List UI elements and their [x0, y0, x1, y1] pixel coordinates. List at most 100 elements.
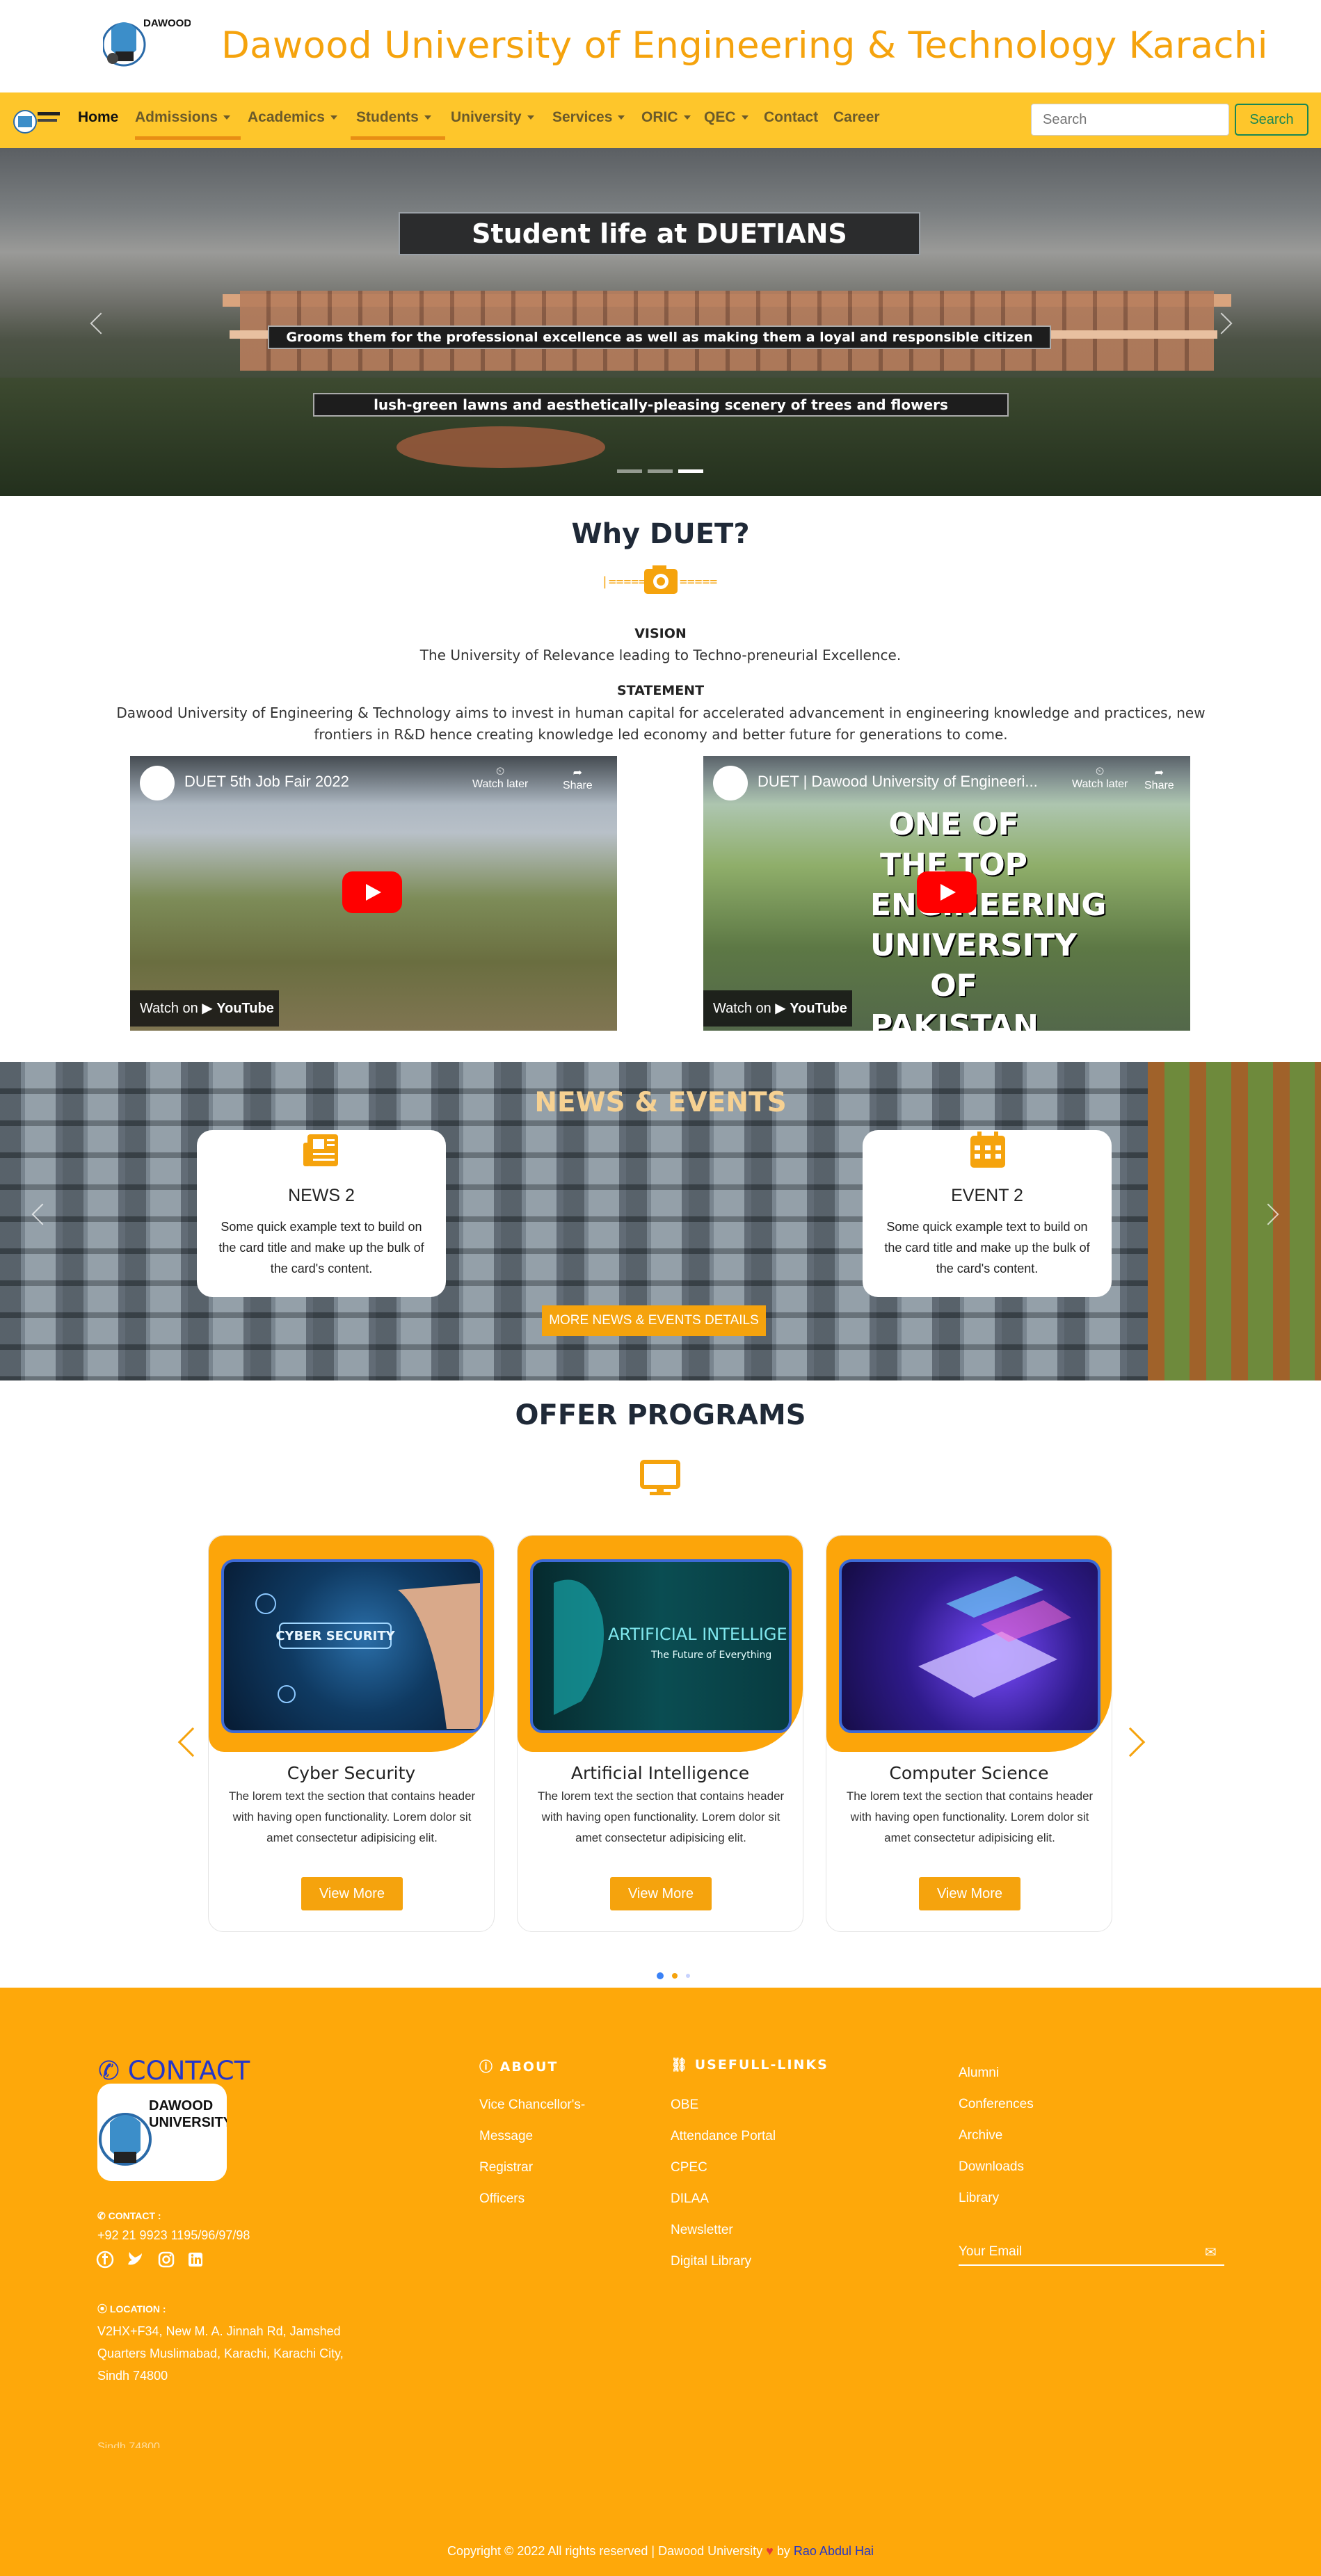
news-card[interactable]: NEWS 2 Some quick example text to build …: [197, 1130, 446, 1297]
play-button-icon[interactable]: [917, 871, 977, 913]
location-heading: ⦿ LOCATION :: [97, 2303, 166, 2315]
program-title: Artificial Intelligence: [570, 1763, 750, 1783]
useful-link[interactable]: DILAA: [671, 2191, 709, 2207]
useful-link[interactable]: Attendance Portal: [671, 2129, 776, 2144]
university-title: Dawood University of Engineering & Techn…: [221, 24, 1268, 67]
nav-logo-icon[interactable]: [13, 102, 61, 137]
newsletter-email-input[interactable]: [959, 2239, 1224, 2266]
watch-on-youtube-button[interactable]: Watch on ▶ YouTube: [703, 990, 852, 1027]
vision-text: The University of Relevance leading to T…: [419, 647, 902, 663]
programs-dot-2[interactable]: [672, 1973, 678, 1979]
svg-text:UNIVERSITY: UNIVERSITY: [149, 2115, 227, 2130]
nav-qec[interactable]: QEC: [704, 109, 748, 126]
phone-number[interactable]: +92 21 9923 1195/96/97/98: [97, 2228, 250, 2243]
search-button[interactable]: Search: [1235, 104, 1308, 136]
nav-students-underline: [351, 136, 445, 140]
extra-link[interactable]: Alumni: [959, 2066, 999, 2081]
carousel-prev-icon[interactable]: [90, 312, 112, 335]
useful-link[interactable]: Digital Library: [671, 2254, 751, 2269]
useful-link[interactable]: CPEC: [671, 2160, 707, 2175]
programs-dot-1-active[interactable]: [657, 1972, 664, 1979]
caret-down-icon: [683, 115, 691, 120]
programs-dot-3[interactable]: [686, 1974, 690, 1978]
nav-career[interactable]: Career: [833, 109, 880, 126]
hero-carousel: Student life at DUETIANS Grooms them for…: [0, 148, 1321, 496]
watch-later-icon[interactable]: ⏲ Watch later: [1072, 766, 1128, 791]
extra-link[interactable]: Downloads: [959, 2159, 1024, 2175]
carousel-indicator-3-active[interactable]: [678, 469, 703, 473]
about-link[interactable]: Vice Chancellor's-: [479, 2098, 585, 2113]
news-events-section: NEWS & EVENTS NEWS 2 Some quick example …: [0, 1062, 1321, 1380]
caret-down-icon: [330, 115, 337, 120]
extra-link[interactable]: Archive: [959, 2128, 1002, 2143]
why-duet-title: Why DUET?: [571, 518, 750, 550]
news-events-title: NEWS & EVENTS: [534, 1087, 787, 1118]
about-link[interactable]: Message: [479, 2129, 533, 2144]
program-card-computer-science[interactable]: Computer Science The lorem text the sect…: [826, 1535, 1112, 1932]
program-card-artificial-intelligence[interactable]: ARTIFICIAL INTELLIGEN The Future of Ever…: [517, 1535, 803, 1932]
nav-oric[interactable]: ORIC: [641, 109, 691, 126]
desktop-icon: [640, 1460, 680, 1495]
nav-academics[interactable]: Academics: [248, 109, 337, 126]
about-link[interactable]: Registrar: [479, 2160, 533, 2175]
nav-admissions[interactable]: Admissions: [135, 109, 231, 126]
programs-next-icon[interactable]: [1115, 1727, 1146, 1757]
view-more-button[interactable]: View More: [919, 1877, 1020, 1910]
statement-heading: STATEMENT: [616, 683, 705, 698]
caret-down-icon: [527, 115, 534, 120]
about-link[interactable]: Officers: [479, 2191, 525, 2207]
hero-title: Student life at DUETIANS: [399, 212, 920, 255]
info-icon: ⓘ: [479, 2059, 500, 2075]
extra-link[interactable]: Library: [959, 2191, 999, 2206]
offer-programs-title: OFFER PROGRAMS: [515, 1399, 806, 1431]
hero-fountain: [397, 426, 605, 468]
facebook-icon[interactable]: [96, 2251, 114, 2269]
hero-caption-1: Grooms them for the professional excelle…: [268, 325, 1051, 349]
video-title[interactable]: DUET | Dawood University of Engineeri...: [758, 773, 1038, 791]
carousel-indicator-2[interactable]: [648, 469, 673, 473]
channel-avatar[interactable]: [713, 766, 748, 800]
useful-link[interactable]: Newsletter: [671, 2223, 733, 2238]
search-input[interactable]: [1031, 104, 1229, 136]
twitter-icon[interactable]: [127, 2251, 145, 2269]
footer-logo: DAWOOD UNIVERSITY: [97, 2084, 227, 2181]
author-link[interactable]: Rao Abdul Hai: [794, 2544, 874, 2558]
nav-students[interactable]: Students: [356, 109, 431, 126]
instagram-icon[interactable]: [157, 2251, 175, 2269]
play-button-icon[interactable]: [342, 871, 402, 913]
more-news-events-button[interactable]: MORE NEWS & EVENTS DETAILS: [542, 1305, 766, 1336]
watch-later-icon[interactable]: ⏲ Watch later: [472, 766, 528, 791]
nav-contact[interactable]: Contact: [764, 109, 818, 126]
university-logo[interactable]: DAWOOD UNIVERSITY: [103, 8, 191, 75]
video-embed-duet-intro[interactable]: DUET | Dawood University of Engineeri...…: [703, 756, 1190, 1031]
caret-down-icon: [424, 115, 431, 120]
image-caption: ARTIFICIAL INTELLIGEN: [608, 1625, 789, 1644]
carousel-indicator-1[interactable]: [617, 469, 642, 473]
svg-text:=====|: =====|: [680, 574, 720, 589]
nav-admissions-underline: [135, 136, 241, 140]
video-title[interactable]: DUET 5th Job Fair 2022: [184, 773, 349, 791]
program-card-cyber-security[interactable]: CYBER SECURITY Cyber Security The lorem …: [208, 1535, 495, 1932]
event-card[interactable]: EVENT 2 Some quick example text to build…: [863, 1130, 1112, 1297]
linkedin-icon[interactable]: [186, 2251, 205, 2269]
address-ghost-text: Sindh 74800: [97, 2441, 160, 2448]
extra-link[interactable]: Conferences: [959, 2097, 1034, 2112]
share-icon[interactable]: ➦ Share: [1144, 766, 1174, 792]
location-pin-icon: ⦿: [97, 2303, 110, 2315]
view-more-button[interactable]: View More: [610, 1877, 712, 1910]
phone-icon: ✆: [97, 2210, 109, 2221]
channel-avatar[interactable]: [140, 766, 175, 800]
send-mail-icon[interactable]: ✉: [1205, 2244, 1217, 2261]
useful-link[interactable]: OBE: [671, 2098, 698, 2113]
program-image-cyber-security: CYBER SECURITY: [221, 1559, 483, 1733]
watch-on-youtube-button[interactable]: Watch on ▶ YouTube: [130, 990, 279, 1027]
view-more-button[interactable]: View More: [301, 1877, 403, 1910]
image-subcaption: The Future of Everything: [650, 1650, 771, 1661]
video-overlay-text: ONE OF THE TOP ENGINEERING UNIVERSITY OF…: [870, 807, 1107, 1031]
nav-university[interactable]: University: [451, 109, 534, 126]
share-icon[interactable]: ➦ Share: [563, 766, 593, 792]
nav-services[interactable]: Services: [552, 109, 625, 126]
nav-home[interactable]: Home: [78, 109, 118, 126]
video-embed-job-fair[interactable]: DUET 5th Job Fair 2022 ⏲ Watch later ➦ Sha…: [130, 756, 617, 1031]
programs-prev-icon[interactable]: [177, 1727, 208, 1757]
